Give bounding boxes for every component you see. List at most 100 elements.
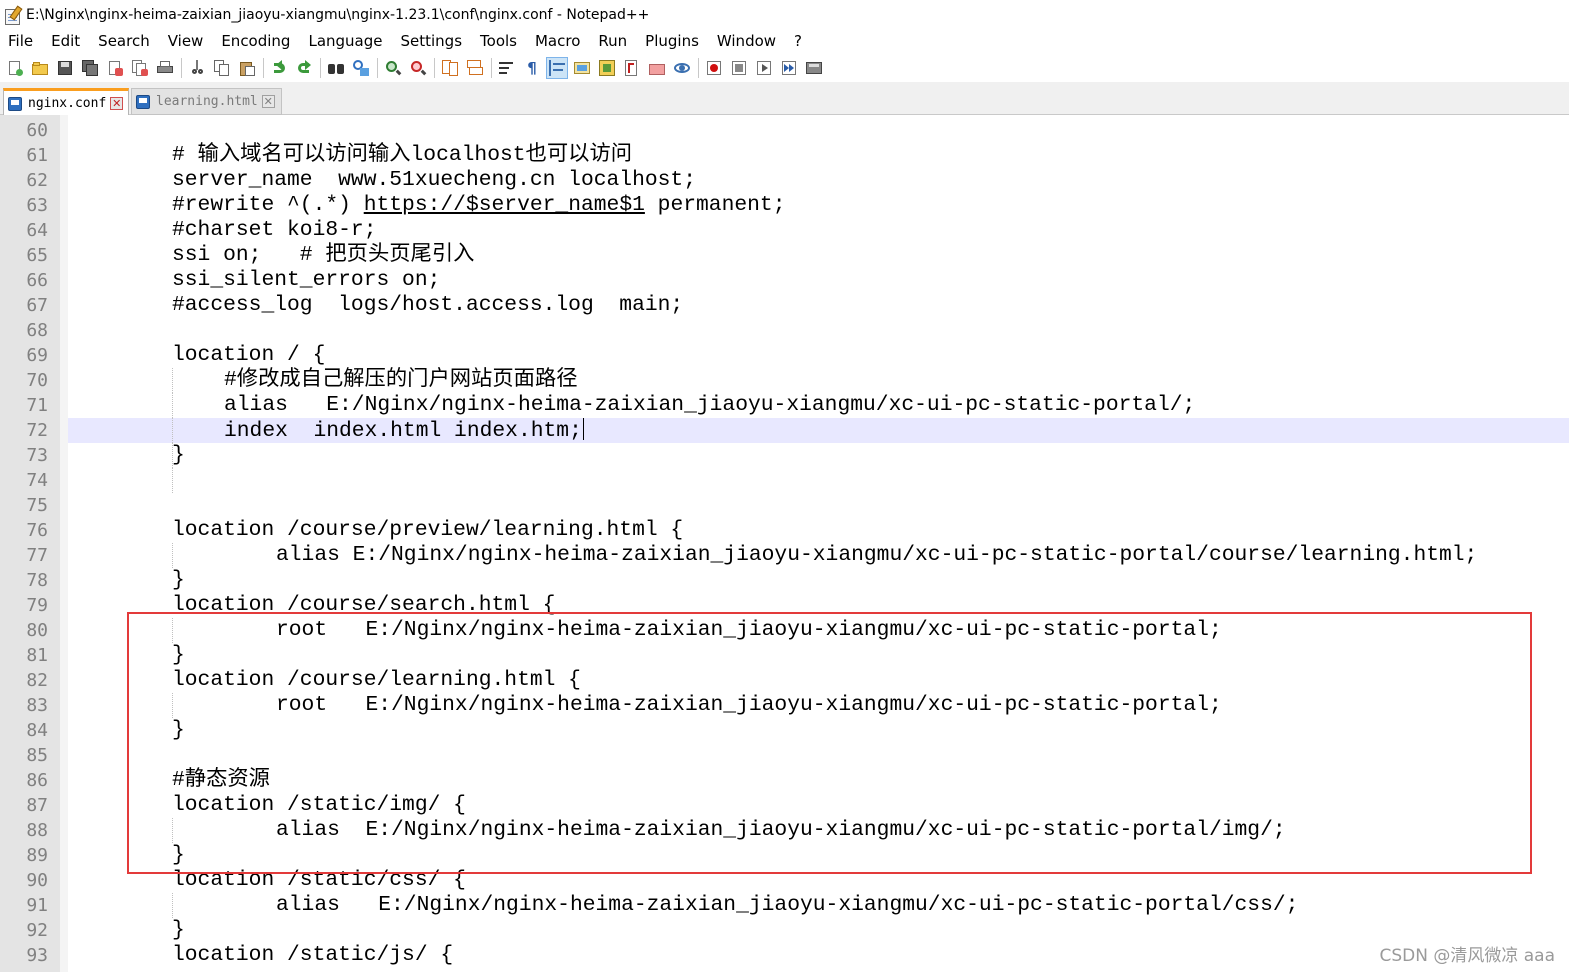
line-number: 70 [26,370,48,391]
line-number: 93 [26,945,48,966]
line-number: 80 [26,620,48,641]
close-all-icon[interactable] [129,57,151,79]
menu-help[interactable]: ? [785,30,811,53]
tab-close-icon[interactable]: ✕ [110,97,124,110]
tab-learning-html[interactable]: learning.html ✕ [131,88,282,115]
menu-language[interactable]: Language [299,30,391,53]
save-icon[interactable] [54,57,76,79]
menu-settings[interactable]: Settings [392,30,472,53]
find-icon[interactable] [325,57,347,79]
code-line[interactable]: 60 [0,118,1569,143]
code-line[interactable]: 66 ssi_silent_errors on; [0,268,1569,293]
folder-as-workspace-icon[interactable] [646,57,668,79]
code-text: } [172,568,185,593]
code-line[interactable]: 78} [0,568,1569,593]
code-line[interactable]: 61 # 输入域名可以访问输入localhost也可以访问 [0,143,1569,168]
line-number: 90 [26,870,48,891]
menu-edit[interactable]: Edit [42,30,89,53]
code-text-segment: server_name www.51xuecheng.cn localhost; [172,168,696,192]
menu-view[interactable]: View [159,30,213,53]
toolbar-separator [263,57,264,78]
hyperlink-text[interactable]: https://$server_name$1 [364,193,645,217]
code-text-segment: location /static/js/ { [172,943,454,967]
code-line[interactable]: 73} [0,443,1569,468]
menu-tools[interactable]: Tools [471,30,526,53]
zoom-in-icon[interactable] [382,57,404,79]
code-text-segment: ssi_silent_errors on; [172,268,441,292]
paste-icon[interactable] [236,57,258,79]
code-line[interactable]: 76 location /course/preview/learning.html… [0,518,1569,543]
code-text-segment: #charset koi8-r; [172,218,377,242]
menu-search[interactable]: Search [89,30,159,53]
show-all-characters-icon[interactable]: ¶ [521,57,543,79]
code-line[interactable]: 93 location /static/js/ { [0,943,1569,968]
code-line[interactable]: 92} [0,918,1569,943]
doc-map-icon[interactable] [596,57,618,79]
undo-icon[interactable] [268,57,290,79]
notepad-plus-plus-icon [4,5,23,25]
replace-icon[interactable] [350,57,372,79]
code-text: location /static/js/ { [172,943,453,968]
code-line[interactable]: 77 alias E:/Nginx/nginx-heima-zaixian_jia… [0,543,1569,568]
user-language-icon[interactable] [571,57,593,79]
sync-vertical-icon[interactable] [439,57,461,79]
cut-icon[interactable] [186,57,208,79]
menu-run[interactable]: Run [589,30,636,53]
code-line[interactable]: 64 #charset koi8-r; [0,218,1569,243]
code-line[interactable]: 63 #rewrite ^(.*) https://$server_name$1 … [0,193,1569,218]
line-number: 76 [26,520,48,541]
code-line[interactable]: 72 index index.html index.htm; [0,418,1569,443]
print-icon[interactable] [154,57,176,79]
code-text-segment: #修改成自己解压的门户网站页面路径 [224,368,578,392]
title-bar: E:\Nginx\nginx-heima-zaixian_jiaoyu-xian… [0,0,1569,30]
new-file-icon[interactable] [4,57,26,79]
code-line[interactable]: 71 alias E:/Nginx/nginx-heima-zaixian_jia… [0,393,1569,418]
word-wrap-icon[interactable] [496,57,518,79]
close-icon[interactable] [104,57,126,79]
sync-horizontal-icon[interactable] [464,57,486,79]
menu-file[interactable]: File [0,30,42,53]
code-text: server_name www.51xuecheng.cn localhost; [172,168,696,193]
code-text: ssi on; # 把页头页尾引入 [172,243,474,268]
code-text-segment: ssi on; # 把页头页尾引入 [172,243,475,267]
menu-macro[interactable]: Macro [526,30,589,53]
indent-guide-icon[interactable] [546,56,568,79]
line-number: 61 [26,145,48,166]
menu-window[interactable]: Window [708,30,785,53]
line-number: 74 [26,470,48,491]
save-macro-icon[interactable] [803,57,825,79]
open-file-icon[interactable] [29,57,51,79]
code-line[interactable]: 75 [0,493,1569,518]
code-line[interactable]: 67 #access_log logs/host.access.log main; [0,293,1569,318]
code-line[interactable]: 70 #修改成自己解压的门户网站页面路径 [0,368,1569,393]
toolbar: ¶ [0,53,1569,82]
code-line[interactable]: 68 [0,318,1569,343]
code-line[interactable]: 62 server_name www.51xuecheng.cn localhos… [0,168,1569,193]
stop-record-icon[interactable] [728,57,750,79]
tab-close-icon[interactable]: ✕ [261,95,275,108]
redo-icon[interactable] [293,57,315,79]
code-text: ssi_silent_errors on; [172,268,440,293]
save-all-icon[interactable] [79,57,101,79]
menu-encoding[interactable]: Encoding [212,30,299,53]
line-number: 64 [26,220,48,241]
code-line[interactable]: 74 [0,468,1569,493]
code-line[interactable]: 91 alias E:/Nginx/nginx-heima-zaixian_jia… [0,893,1569,918]
record-macro-icon[interactable] [703,57,725,79]
code-text-segment: alias E:/Nginx/nginx-heima-zaixian_jiaoy… [276,543,1478,567]
code-line[interactable]: 69 location / { [0,343,1569,368]
code-line[interactable]: 65 ssi on; # 把页头页尾引入 [0,243,1569,268]
zoom-out-icon[interactable] [407,57,429,79]
line-number: 69 [26,345,48,366]
run-macro-multiple-icon[interactable] [778,57,800,79]
editor-area[interactable]: 60 61 # 输入域名可以访问输入localhost也可以访问 62 server_n… [0,115,1569,972]
playback-macro-icon[interactable] [753,57,775,79]
menu-plugins[interactable]: Plugins [636,30,708,53]
function-list-icon[interactable] [621,57,643,79]
indent-guide [172,418,173,443]
copy-icon[interactable] [211,57,233,79]
monitoring-icon[interactable] [671,57,693,79]
tab-nginx-conf[interactable]: nginx.conf ✕ [3,88,129,116]
tab-label: nginx.conf [28,96,107,111]
indent-guide [172,368,173,393]
